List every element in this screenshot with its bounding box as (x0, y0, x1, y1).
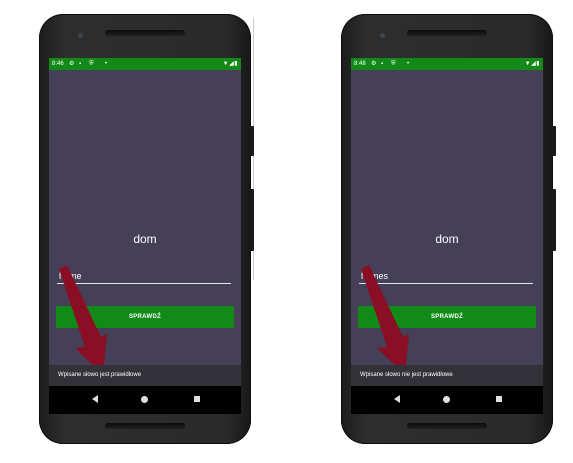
status-time: 8:48 (354, 61, 366, 67)
phone-right: 8:48 ⚙ ▪ ⛨ • ▼◢▮ dom SPRAWDŹ Wpisane sło… (341, 14, 556, 444)
front-camera (380, 33, 385, 38)
home-icon[interactable] (141, 396, 148, 403)
app-screen: 8:46 ⚙ ▪ ⛨ • ▼◢▮ dom SPRAWDŹ Wpisane sło… (49, 58, 241, 414)
snackbar-message: Wpisane słowo nie jest prawidłowe (351, 365, 543, 386)
recents-icon[interactable] (496, 396, 502, 402)
app-screen: 8:48 ⚙ ▪ ⛨ • ▼◢▮ dom SPRAWDŹ Wpisane sło… (351, 58, 543, 414)
top-speaker (407, 30, 487, 36)
back-icon[interactable] (92, 395, 98, 403)
status-bar: 8:46 ⚙ ▪ ⛨ • ▼◢▮ (49, 58, 241, 70)
arrow-icon (59, 265, 107, 375)
shield-icon: ⛨ (89, 61, 94, 67)
word-to-translate: dom (435, 232, 459, 246)
notification-dot-icon: • (105, 61, 108, 67)
bottom-speaker (407, 423, 487, 429)
home-icon[interactable] (443, 396, 450, 403)
sim-card-icon: ▪ (79, 61, 82, 67)
navigation-bar (49, 386, 241, 414)
volume-button (250, 189, 254, 251)
word-to-translate: dom (133, 232, 157, 246)
volume-button (552, 189, 556, 251)
top-speaker (105, 30, 185, 36)
bottom-speaker (105, 423, 185, 429)
notification-dot-icon: • (407, 61, 410, 67)
shield-icon: ⛨ (391, 61, 396, 67)
status-time: 8:46 (52, 61, 64, 67)
power-button (250, 126, 254, 156)
battery-icon: ▮ (234, 61, 238, 67)
snackbar-message: Wpisane słowo jest prawidłowe (49, 365, 241, 386)
front-camera (78, 33, 83, 38)
back-icon[interactable] (394, 395, 400, 403)
status-bar: 8:48 ⚙ ▪ ⛨ • ▼◢▮ (351, 58, 543, 70)
phone-left: 8:46 ⚙ ▪ ⛨ • ▼◢▮ dom SPRAWDŹ Wpisane sło… (39, 14, 254, 444)
navigation-bar (351, 386, 543, 414)
arrow-icon (361, 265, 409, 375)
sim-card-icon: ▪ (381, 61, 384, 67)
power-button (552, 126, 556, 156)
gear-icon: ⚙ (371, 61, 377, 67)
recents-icon[interactable] (194, 396, 200, 402)
battery-icon: ▮ (536, 61, 540, 67)
gear-icon: ⚙ (69, 61, 75, 67)
